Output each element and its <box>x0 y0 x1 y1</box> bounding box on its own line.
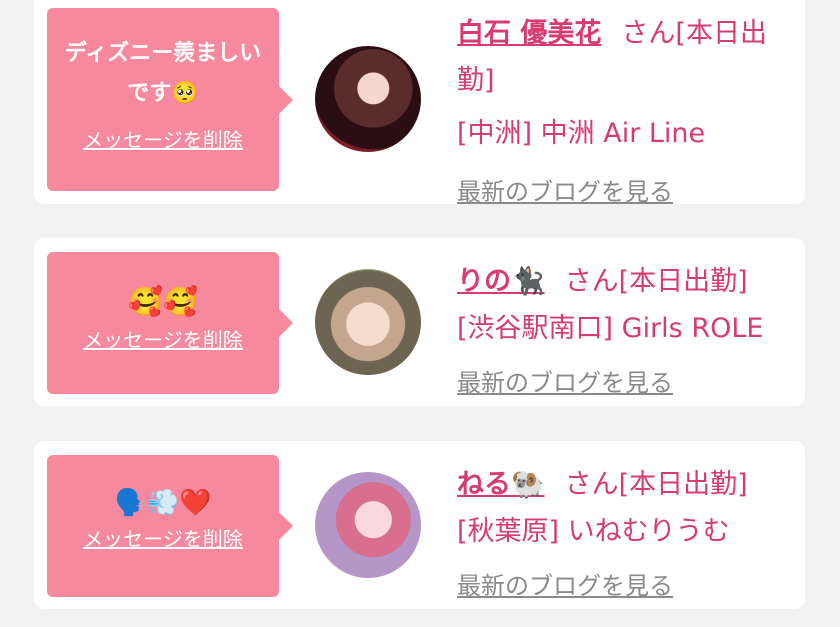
cast-name-link[interactable]: りの🐈‍⬛ <box>457 266 545 297</box>
message-card: ディズニー羨ましいです🥺 メッセージを削除 白石 優美花 さん[本日出勤] [中洲… <box>34 0 805 206</box>
delete-message-link[interactable]: メッセージを削除 <box>83 523 243 552</box>
cast-status: さん[本日出勤] <box>564 469 748 500</box>
message-bubble: 🥰🥰 メッセージを削除 <box>47 252 293 394</box>
message-card: 🥰🥰 メッセージを削除 りの🐈‍⬛ さん[本日出勤] [渋谷駅南口] Girls … <box>34 238 805 406</box>
cast-info: りの🐈‍⬛ さん[本日出勤] [渋谷駅南口] Girls ROLE 最新のブログを… <box>457 258 787 407</box>
avatar[interactable] <box>315 472 421 578</box>
avatar[interactable] <box>315 46 421 152</box>
shop-name: [秋葉原] いねむりうむ <box>457 516 730 547</box>
cast-name-link[interactable]: 白石 優美花 <box>457 18 601 49</box>
latest-blog-link[interactable]: 最新のブログを見る <box>457 360 787 407</box>
cast-status: さん[本日出勤] <box>564 266 748 297</box>
cast-name-link[interactable]: ねる🐏 <box>457 469 545 500</box>
shop-name: [渋谷駅南口] Girls ROLE <box>457 313 764 344</box>
avatar[interactable] <box>315 269 421 375</box>
cast-info: 白石 優美花 さん[本日出勤] [中洲] 中洲 Air Line 最新のブログを見… <box>457 10 787 216</box>
message-text: ディズニー羨ましいです🥺 <box>64 41 262 106</box>
delete-message-link[interactable]: メッセージを削除 <box>83 124 243 153</box>
message-list: ディズニー羨ましいです🥺 メッセージを削除 白石 優美花 さん[本日出勤] [中洲… <box>0 0 840 627</box>
message-bubble: 🗣️💨❤️ メッセージを削除 <box>47 455 293 597</box>
cast-info: ねる🐏 さん[本日出勤] [秋葉原] いねむりうむ 最新のブログを見る <box>457 461 787 610</box>
message-bubble: ディズニー羨ましいです🥺 メッセージを削除 <box>47 8 293 191</box>
shop-name: [中洲] 中洲 Air Line <box>457 118 706 149</box>
message-text: 🥰🥰 <box>128 285 198 318</box>
latest-blog-link[interactable]: 最新のブログを見る <box>457 563 787 610</box>
message-text: 🗣️💨❤️ <box>114 488 212 518</box>
message-card: 🗣️💨❤️ メッセージを削除 ねる🐏 さん[本日出勤] [秋葉原] いねむりうむ … <box>34 441 805 609</box>
latest-blog-link[interactable]: 最新のブログを見る <box>457 169 787 216</box>
delete-message-link[interactable]: メッセージを削除 <box>83 324 243 353</box>
